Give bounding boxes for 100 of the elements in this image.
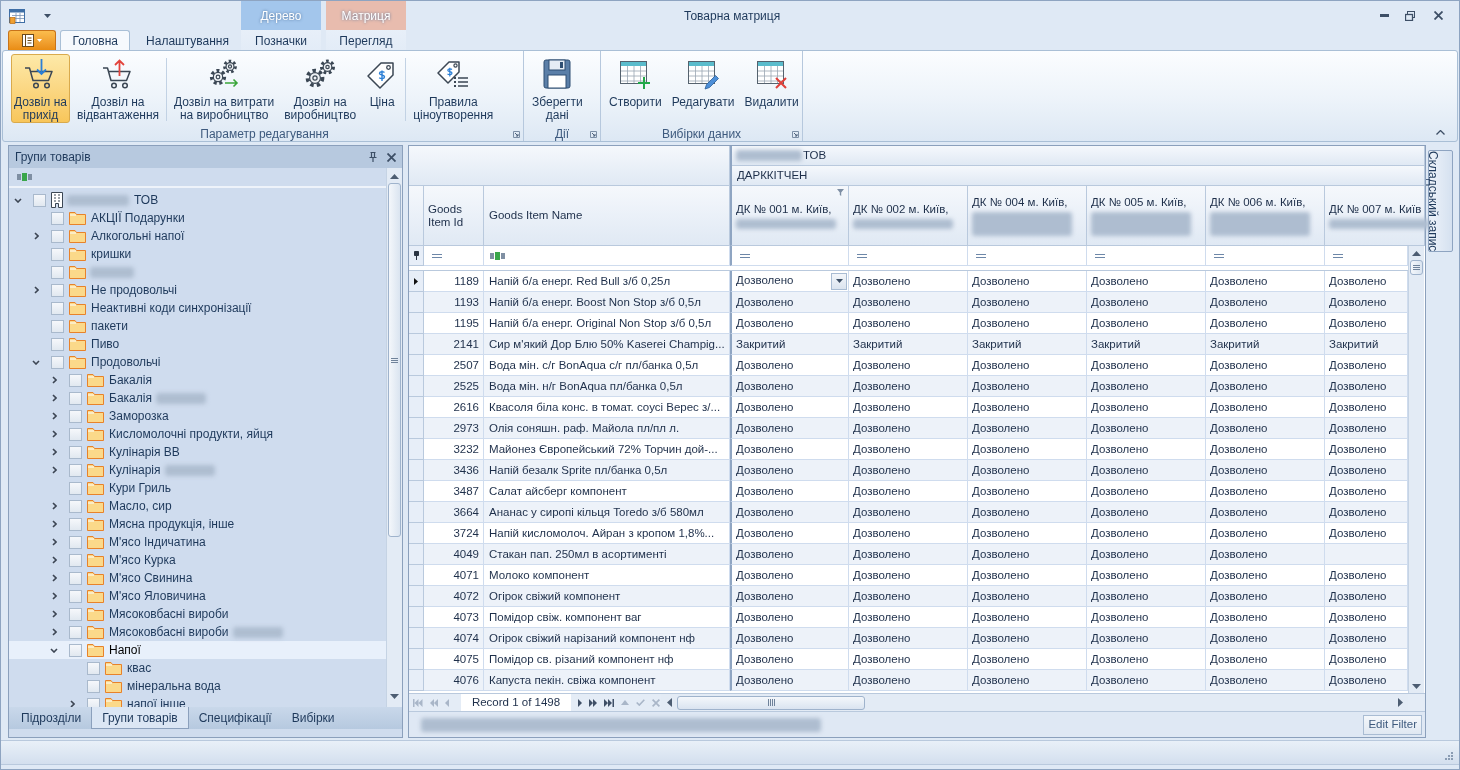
checkbox[interactable] [51, 283, 64, 297]
scroll-down-arrow-icon[interactable] [1412, 684, 1421, 689]
checkbox[interactable] [51, 355, 64, 369]
tree-item[interactable]: Неактивні коди синхронізації [9, 299, 386, 317]
chevron-right-icon[interactable] [51, 448, 57, 456]
ribbon-button[interactable]: Дозвіл на відвантаження [74, 54, 163, 123]
checkbox[interactable] [69, 373, 82, 387]
checkbox[interactable] [69, 589, 82, 603]
chevron-right-icon[interactable] [69, 700, 75, 707]
chevron-right-icon[interactable] [51, 376, 57, 384]
chevron-right-icon[interactable] [51, 556, 57, 564]
vertical-scrollbar[interactable] [1408, 246, 1424, 693]
tree-item[interactable]: Продовольчі [9, 353, 386, 371]
scroll-up-arrow-icon[interactable] [390, 174, 399, 179]
chevron-down-icon[interactable] [50, 647, 58, 653]
checkbox[interactable] [69, 553, 82, 567]
checkbox[interactable] [69, 571, 82, 585]
dialog-launcher-icon[interactable] [513, 130, 520, 138]
tree-item[interactable]: Пиво [9, 335, 386, 353]
row-indicator[interactable] [409, 271, 424, 292]
chevron-right-icon[interactable] [51, 412, 57, 420]
checkbox[interactable] [69, 643, 82, 657]
tree-item[interactable]: М'ясо Індичатина [9, 533, 386, 551]
tree-item[interactable]: ТОВ [9, 191, 386, 209]
column-header[interactable]: ДК № 002 м. Київ, [849, 186, 968, 246]
ribbon-tab[interactable]: Перегляд [327, 30, 405, 50]
panel-tab[interactable]: Специфікації [188, 707, 282, 729]
chevron-right-icon[interactable] [51, 610, 57, 618]
tree-item[interactable]: Не продовольчі [9, 281, 386, 299]
checkbox[interactable] [69, 409, 82, 423]
chevron-right-icon[interactable] [51, 394, 57, 402]
chevron-right-icon[interactable] [33, 232, 39, 240]
checkbox[interactable] [51, 301, 64, 315]
column-header[interactable]: ДК № 001 м. Київ, [730, 186, 849, 246]
chevron-right-icon[interactable] [51, 502, 57, 510]
ribbon-button[interactable]: Видалити [741, 54, 802, 123]
tree-item[interactable]: Мясоковбасні вироби [9, 605, 386, 623]
checkbox[interactable] [69, 391, 82, 405]
scroll-up-arrow-icon[interactable] [1412, 251, 1421, 256]
tree-item[interactable]: Алкогольні напої [9, 227, 386, 245]
ribbon-button[interactable]: Дозвіл на виробництво [281, 54, 360, 123]
dock-tab[interactable]: Складський запис [1428, 150, 1453, 253]
checkbox[interactable] [69, 499, 82, 513]
checkbox[interactable] [51, 337, 64, 351]
tree-item[interactable]: Бакалія [9, 371, 386, 389]
checkbox[interactable] [69, 625, 82, 639]
checkbox[interactable] [51, 211, 64, 225]
ribbon-button[interactable]: Редагувати [668, 54, 738, 123]
scrollbar-thumb[interactable] [388, 183, 401, 537]
ribbon-button[interactable]: Створити [606, 54, 665, 123]
tree-item[interactable]: Масло, сир [9, 497, 386, 515]
tree-item[interactable]: М'ясо Свинина [9, 569, 386, 587]
checkbox[interactable] [69, 463, 82, 477]
checkbox[interactable] [51, 265, 64, 279]
checkbox[interactable] [87, 679, 100, 693]
vertical-scrollbar[interactable] [386, 168, 402, 707]
column-header[interactable]: ДК № 005 м. Київ, [1087, 186, 1206, 246]
dialog-launcher-icon[interactable] [590, 130, 597, 138]
size-grip-icon[interactable] [1443, 750, 1453, 760]
chevron-down-icon[interactable] [14, 197, 22, 203]
chevron-right-icon[interactable] [51, 466, 57, 474]
scroll-down-arrow-icon[interactable] [390, 694, 399, 699]
funnel-icon[interactable] [837, 189, 844, 196]
app-icon[interactable] [9, 7, 25, 24]
tree-item[interactable]: АКЦІЇ Подарунки [9, 209, 386, 227]
checkbox[interactable] [69, 445, 82, 459]
column-header[interactable]: Goods Item Name [484, 186, 730, 246]
column-header[interactable]: ДК № 006 м. Київ, [1206, 186, 1325, 246]
tree-item[interactable]: пакети [9, 317, 386, 335]
ribbon-button[interactable]: Правила ціноутворення [410, 54, 497, 123]
next-page-icon[interactable] [589, 698, 597, 707]
tree-item[interactable]: Кури Гриль [9, 479, 386, 497]
chevron-right-icon[interactable] [51, 430, 57, 438]
ribbon-tab[interactable]: Головна [60, 30, 131, 50]
panel-tab[interactable]: Групи товарів [91, 707, 189, 729]
ribbon-button[interactable]: Дозвіл на витрати на виробництво [171, 54, 278, 123]
dropdown-field[interactable]: Дозволено [730, 271, 849, 292]
ribbon-tab[interactable]: Налаштування [134, 30, 241, 50]
last-record-icon[interactable] [604, 698, 614, 707]
ribbon-tab[interactable]: Позначки [243, 30, 319, 50]
checkbox[interactable] [51, 229, 64, 243]
chevron-right-icon[interactable] [51, 520, 57, 528]
checkbox[interactable] [69, 427, 82, 441]
pin-icon[interactable] [369, 152, 377, 162]
column-header[interactable]: Goods Item Id [424, 186, 484, 246]
checkbox[interactable] [51, 247, 64, 261]
tree-item[interactable]: Кулінарія [9, 461, 386, 479]
checkbox[interactable] [33, 193, 46, 207]
tree-item[interactable]: М'ясо Яловичина [9, 587, 386, 605]
scrollbar-thumb[interactable] [1410, 260, 1423, 275]
scroll-left-arrow-icon[interactable] [667, 698, 672, 707]
chevron-right-icon[interactable] [51, 538, 57, 546]
ribbon-button[interactable]: Ціна [363, 54, 402, 123]
chevron-right-icon[interactable] [51, 592, 57, 600]
scrollbar-thumb[interactable] [677, 695, 865, 710]
checkbox[interactable] [69, 481, 82, 495]
panel-tab[interactable]: Підрозділи [11, 707, 92, 729]
tree-item[interactable]: Напої [9, 641, 386, 659]
tree-item[interactable]: кришки [9, 245, 386, 263]
tree-item[interactable]: Бакалія [9, 389, 386, 407]
